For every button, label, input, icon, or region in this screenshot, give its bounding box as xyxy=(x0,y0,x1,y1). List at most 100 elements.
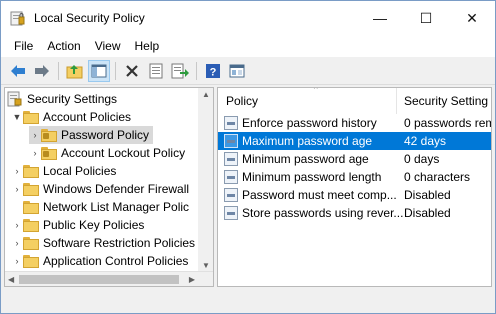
forward-icon[interactable] xyxy=(31,60,53,82)
export-list-icon[interactable] xyxy=(169,60,191,82)
policy-name: Enforce password history xyxy=(242,116,377,130)
tree-label: Windows Defender Firewall xyxy=(43,182,190,196)
title-bar[interactable]: Local Security Policy — ☐ ✕ xyxy=(1,1,495,35)
help-icon[interactable]: ? xyxy=(202,60,224,82)
tree-item-account-policies[interactable]: ▼ Account Policies xyxy=(11,108,132,126)
policy-setting: Disabled xyxy=(404,188,451,202)
maximize-button[interactable]: ☐ xyxy=(403,1,449,35)
tree-label: Security Settings xyxy=(27,92,118,106)
tree-label: Public Key Policies xyxy=(43,218,145,232)
menu-bar: File Action View Help xyxy=(1,35,495,57)
column-label: Policy xyxy=(226,94,259,108)
tree-label: Account Lockout Policy xyxy=(61,146,186,160)
chevron-right-icon[interactable]: › xyxy=(11,166,23,176)
tree-label: Network List Manager Polic xyxy=(43,200,190,214)
policy-name: Maximum password age xyxy=(242,134,373,148)
close-button[interactable]: ✕ xyxy=(449,1,495,35)
tree-item-account-lockout-policy[interactable]: › Account Lockout Policy xyxy=(29,144,186,162)
tree-item-windows-defender-firewall[interactable]: › Windows Defender Firewall xyxy=(11,180,190,198)
tree-item-application-control[interactable]: › Application Control Policies xyxy=(11,252,189,270)
status-bar xyxy=(1,290,495,313)
menu-action[interactable]: Action xyxy=(40,39,87,53)
policy-icon xyxy=(224,116,238,130)
tree-label: Software Restriction Policies xyxy=(43,236,196,250)
chevron-right-icon[interactable]: › xyxy=(11,220,23,230)
back-icon[interactable] xyxy=(7,60,29,82)
column-divider[interactable] xyxy=(396,88,397,114)
minimize-button[interactable]: — xyxy=(357,1,403,35)
tree-label: Application Control Policies xyxy=(43,254,189,268)
scroll-up-icon[interactable]: ▲ xyxy=(202,90,210,99)
policy-row[interactable]: Password must meet comp... Disabled xyxy=(218,186,491,204)
tree-item-local-policies[interactable]: › Local Policies xyxy=(11,162,117,180)
toolbar-separator xyxy=(115,61,116,80)
policy-setting: 0 days xyxy=(404,152,440,166)
column-header-security-setting[interactable]: Security Setting xyxy=(404,88,491,114)
up-folder-icon[interactable] xyxy=(64,60,86,82)
tree-label: Password Policy xyxy=(61,128,150,142)
security-settings-icon xyxy=(7,91,23,107)
policy-icon xyxy=(224,188,238,202)
svg-text:?: ? xyxy=(210,66,217,78)
policy-row[interactable]: Minimum password length 0 characters xyxy=(218,168,491,186)
chevron-down-icon[interactable]: ▼ xyxy=(11,112,23,122)
tree-vertical-scrollbar[interactable]: ▲ ▼ xyxy=(198,88,213,272)
folder-icon xyxy=(23,254,39,268)
tree-item-public-key-policies[interactable]: › Public Key Policies xyxy=(11,216,145,234)
tree-horizontal-scrollbar[interactable]: ◀ ▶ xyxy=(5,271,213,286)
chevron-right-icon[interactable]: › xyxy=(11,256,23,266)
show-hide-tree-icon[interactable] xyxy=(88,59,110,82)
chevron-right-icon[interactable]: › xyxy=(29,130,41,140)
folder-icon xyxy=(23,110,39,124)
chevron-right-icon[interactable]: › xyxy=(11,184,23,194)
tree-label: Account Policies xyxy=(43,110,132,124)
policy-name: Minimum password length xyxy=(242,170,382,184)
tree-item-software-restriction[interactable]: › Software Restriction Policies xyxy=(11,234,196,252)
tree-pane[interactable]: Security Settings ▼ Account Policies › P… xyxy=(4,87,214,287)
chevron-right-icon[interactable]: › xyxy=(29,148,41,158)
policy-name: Store passwords using rever... xyxy=(242,206,404,220)
policy-setting: 0 characters xyxy=(404,170,471,184)
policy-list-pane[interactable]: Policy ⌃ Security Setting Enforce passwo… xyxy=(217,87,492,287)
properties-icon[interactable] xyxy=(145,60,167,82)
folder-icon xyxy=(23,236,39,250)
window-title: Local Security Policy xyxy=(34,11,145,25)
policy-row[interactable]: Enforce password history 0 passwords rem xyxy=(218,114,491,132)
delete-icon[interactable] xyxy=(121,60,143,82)
local-security-policy-window: Local Security Policy — ☐ ✕ File Action … xyxy=(0,0,496,314)
policy-row[interactable]: Store passwords using rever... Disabled xyxy=(218,204,491,222)
menu-help[interactable]: Help xyxy=(128,39,167,53)
policy-setting: 0 passwords rem xyxy=(404,116,491,130)
policy-setting: 42 days xyxy=(404,134,447,148)
column-label: Security Setting xyxy=(404,94,489,108)
folder-icon xyxy=(23,182,39,196)
toolbar-separator xyxy=(196,61,197,80)
chevron-right-icon[interactable]: › xyxy=(11,238,23,248)
policy-icon xyxy=(224,206,238,220)
menu-file[interactable]: File xyxy=(7,39,40,53)
folder-icon xyxy=(23,218,39,232)
tree-item-security-settings[interactable]: Security Settings xyxy=(7,90,117,108)
policy-icon xyxy=(224,152,238,166)
scroll-left-icon[interactable]: ◀ xyxy=(8,275,14,284)
policy-icon xyxy=(224,134,238,148)
toolbar: ? xyxy=(1,57,495,85)
menu-view[interactable]: View xyxy=(88,39,128,53)
scroll-right-icon[interactable]: ▶ xyxy=(189,275,195,284)
tree-item-network-list-manager[interactable]: Network List Manager Polic xyxy=(11,198,189,216)
locked-folder-icon xyxy=(41,128,57,142)
tree-label: Local Policies xyxy=(43,164,117,178)
scroll-down-icon[interactable]: ▼ xyxy=(202,261,210,270)
sort-ascending-icon: ⌃ xyxy=(312,87,320,95)
policy-icon xyxy=(224,170,238,184)
folder-icon xyxy=(23,200,39,214)
tree-item-password-policy[interactable]: › Password Policy xyxy=(29,126,154,144)
locked-folder-icon xyxy=(41,146,57,160)
scrollbar-thumb[interactable] xyxy=(19,275,179,284)
column-header-policy[interactable]: Policy ⌃ xyxy=(226,88,396,114)
mmc-icon[interactable] xyxy=(226,60,248,82)
policy-name: Password must meet comp... xyxy=(242,188,397,202)
policy-row[interactable]: Minimum password age 0 days xyxy=(218,150,491,168)
policy-row-selected[interactable]: Maximum password age 42 days xyxy=(218,132,491,150)
policy-name: Minimum password age xyxy=(242,152,369,166)
